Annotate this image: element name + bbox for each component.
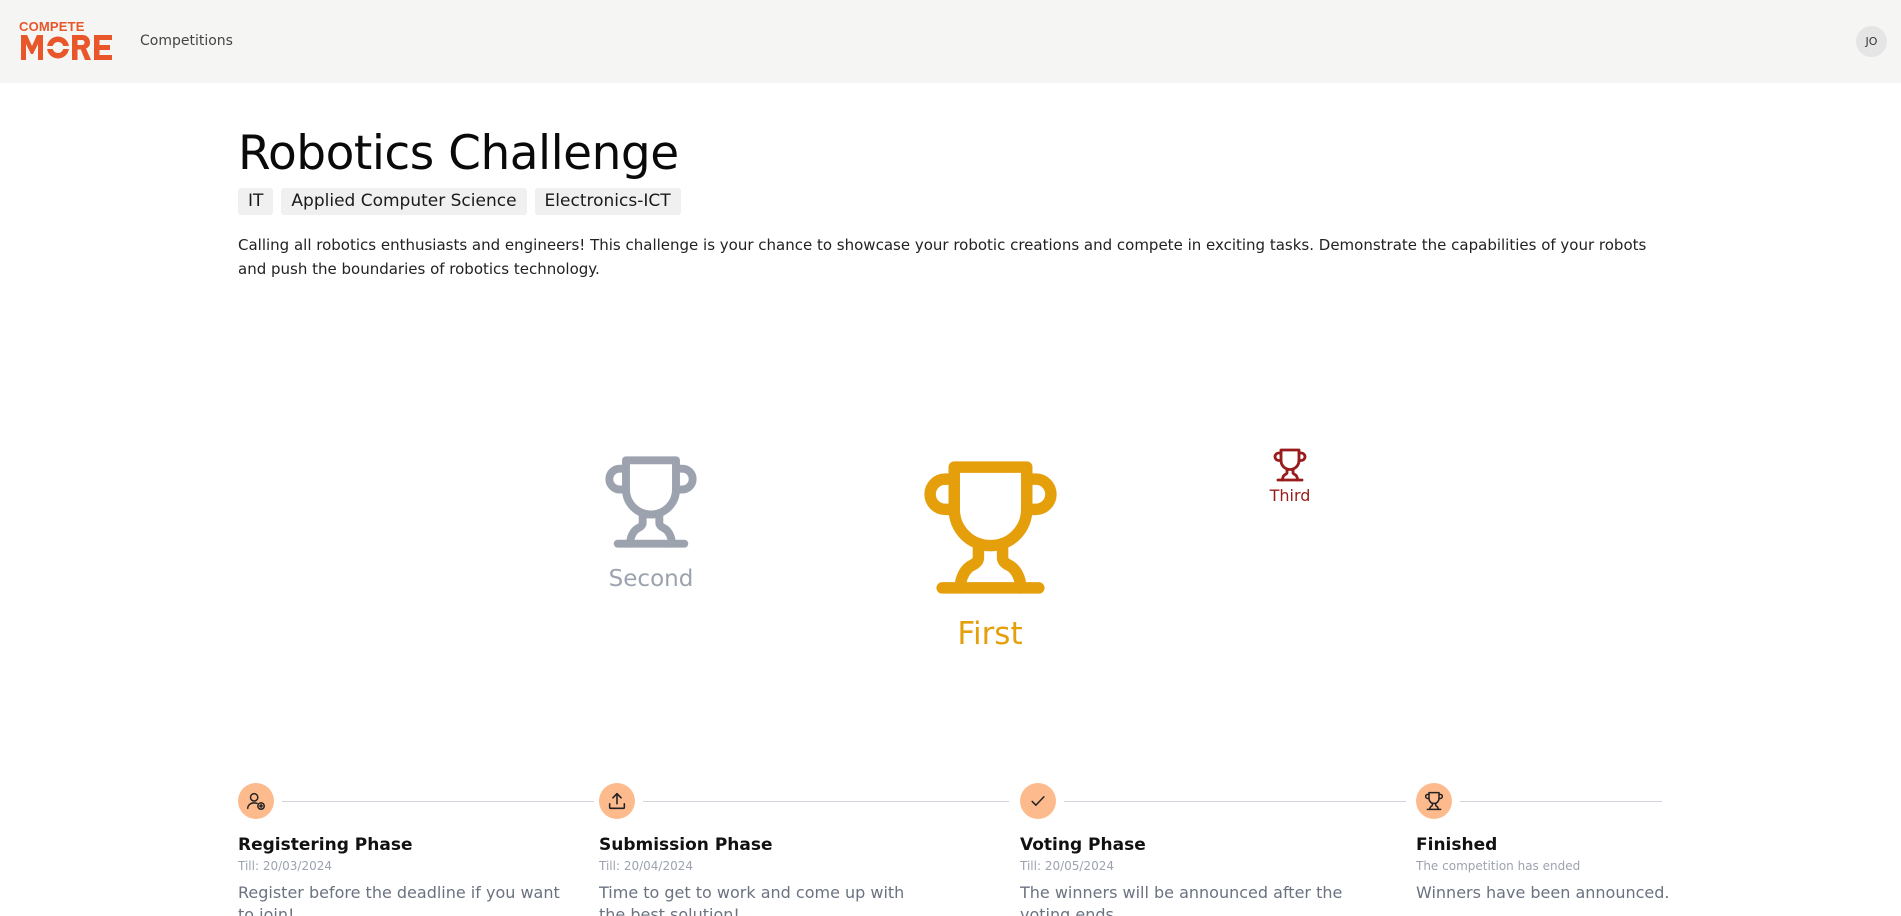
trophy-icon	[1273, 448, 1307, 482]
upload-icon	[608, 792, 626, 810]
nav-competitions-link[interactable]: Competitions	[140, 33, 233, 49]
user-plus-icon	[247, 792, 265, 810]
phase-deadline: Till: 20/03/2024	[238, 859, 332, 873]
competition-title: Robotics Challenge	[238, 126, 679, 181]
podium-second-label: Second	[608, 566, 694, 592]
competition-description: Calling all robotics enthusiasts and eng…	[238, 236, 1647, 278]
top-navbar: COMPETE Competitions JO	[0, 0, 1901, 83]
podium-first-label: First	[957, 616, 1023, 652]
logo-more-wordmark	[21, 35, 112, 60]
phase-description: Register before the deadline if you want…	[238, 883, 560, 916]
phase-deadline: The competition has ended	[1416, 859, 1581, 873]
phase-title: Registering Phase	[238, 835, 413, 855]
phase-deadline: Till: 20/05/2024	[1020, 859, 1114, 873]
trophy-icon	[923, 461, 1057, 594]
tag-it: IT	[238, 188, 274, 215]
phase-dot	[1020, 783, 1056, 819]
trophy-icon	[1424, 791, 1444, 811]
phase-description: Time to get to work and come up with the…	[599, 883, 905, 916]
timeline-connector	[282, 801, 594, 802]
phase-title: Finished	[1416, 835, 1498, 855]
compete-more-logo[interactable]: COMPETE	[19, 20, 115, 62]
phase-dot	[238, 783, 274, 819]
check-icon	[1031, 796, 1045, 806]
user-avatar[interactable]: JO	[1856, 26, 1887, 57]
phase-description: The winners will be announced after the …	[1020, 883, 1343, 916]
tag-applied-computer-science: Applied Computer Science	[281, 188, 527, 215]
phase-title: Voting Phase	[1020, 835, 1146, 855]
timeline-connector	[1460, 801, 1662, 802]
podium-second: Second	[594, 452, 708, 592]
phase-dot	[1416, 783, 1452, 819]
phase-dot	[599, 783, 635, 819]
timeline-connector	[643, 801, 1009, 802]
tag-electronics-ict: Electronics-ICT	[534, 188, 681, 215]
podium-third: Third	[1260, 447, 1320, 505]
phase-deadline: Till: 20/04/2024	[599, 859, 693, 873]
category-tags: IT Applied Computer Science Electronics-…	[238, 188, 681, 215]
timeline-connector	[1064, 801, 1406, 802]
phase-title: Submission Phase	[599, 835, 773, 855]
podium-third-label: Third	[1269, 486, 1311, 505]
podium-first: First	[909, 455, 1071, 652]
phase-description: Winners have been announced.	[1416, 883, 1670, 902]
trophy-icon	[605, 456, 697, 548]
